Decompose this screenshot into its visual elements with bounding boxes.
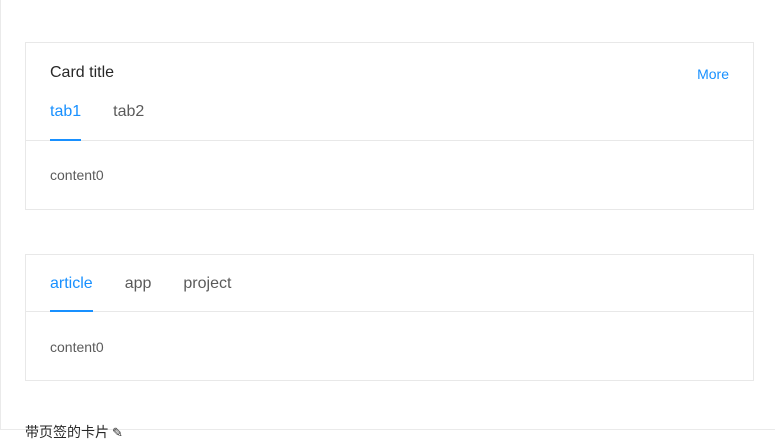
edit-icon[interactable]: ✎ xyxy=(112,425,123,441)
card-body: content0 xyxy=(26,141,753,209)
tab-app[interactable]: app xyxy=(125,275,152,312)
tab-tab1[interactable]: tab1 xyxy=(50,103,82,141)
card-tabs: article app project xyxy=(50,275,231,312)
card-content: content0 xyxy=(50,339,104,355)
section-title: 带页签的卡片 ✎ xyxy=(25,424,123,441)
card-body: content0 xyxy=(26,312,753,381)
card-title: Card title xyxy=(50,64,115,81)
tab-tab2[interactable]: tab2 xyxy=(113,103,144,141)
tab-project[interactable]: project xyxy=(183,275,231,312)
tabs-card: article app project content0 xyxy=(25,254,754,381)
more-link[interactable]: More xyxy=(697,66,729,82)
card-head: article app project xyxy=(26,255,753,312)
tabs-card-with-title: Card title More tab1 tab2 content0 xyxy=(25,42,754,210)
tab-article[interactable]: article xyxy=(50,275,93,312)
card-content: content0 xyxy=(50,167,104,183)
card-tabs: tab1 tab2 xyxy=(50,103,144,141)
card-head: Card title More tab1 tab2 xyxy=(26,43,753,141)
section-title-text: 带页签的卡片 xyxy=(25,424,109,440)
